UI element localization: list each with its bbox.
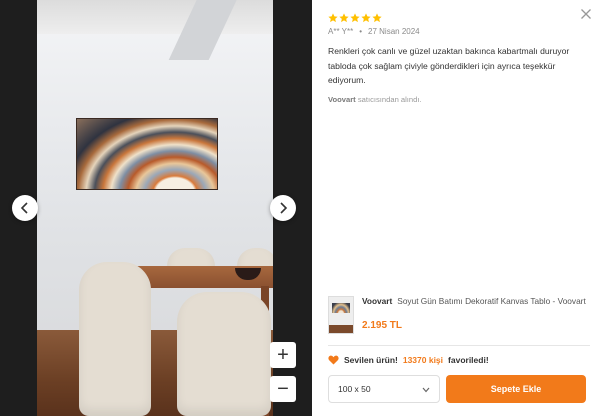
product-card[interactable]: Voovart Soyut Gün Batımı Dekoratif Kanvas… xyxy=(328,296,590,336)
product-brand: Voovart xyxy=(362,296,393,306)
seller-note: Voovart satıcısından alındı. xyxy=(328,95,422,104)
product-price: 2.195 TL xyxy=(362,320,403,331)
product-name: Soyut Gün Batımı Dekoratif Kanvas Tablo … xyxy=(397,296,586,306)
star-icon xyxy=(350,13,360,23)
product-title[interactable]: Voovart Soyut Gün Batımı Dekoratif Kanvas… xyxy=(362,296,590,306)
size-select-value: 100 x 50 xyxy=(338,384,371,394)
review-text: Renkleri çok canlı ve güzel uzaktan bakı… xyxy=(328,46,570,85)
favorites-prefix: Sevilen ürün! xyxy=(344,355,398,365)
favorites-banner: Sevilen ürün! 13370 kişi favoriledi! xyxy=(328,355,489,365)
star-icon xyxy=(361,13,371,23)
review-panel: A** Y** • 27 Nisan 2024 Renkleri çok can… xyxy=(312,0,600,416)
review-meta: A** Y** • 27 Nisan 2024 xyxy=(328,27,420,36)
divider xyxy=(328,345,590,346)
star-icon xyxy=(339,13,349,23)
review-author: A** Y** xyxy=(328,27,354,36)
chevron-down-icon xyxy=(422,387,430,393)
star-rating xyxy=(328,13,382,23)
review-date: 27 Nisan 2024 xyxy=(368,27,420,36)
seller-name[interactable]: Voovart xyxy=(328,95,356,104)
size-select[interactable]: 100 x 50 xyxy=(328,375,440,403)
star-icon xyxy=(372,13,382,23)
zoom-in-button[interactable]: + xyxy=(270,342,296,368)
add-to-cart-button[interactable]: Sepete Ekle xyxy=(446,375,586,403)
chevron-left-icon xyxy=(20,202,28,214)
chevron-right-icon xyxy=(280,202,288,214)
close-icon[interactable] xyxy=(580,8,592,20)
next-image-button[interactable] xyxy=(270,195,296,221)
favorites-suffix: favoriledi! xyxy=(448,355,489,365)
zoom-out-button[interactable]: − xyxy=(270,376,296,402)
canvas-painting xyxy=(76,118,218,190)
favorites-count: 13370 kişi xyxy=(402,355,444,365)
review-photo xyxy=(37,0,273,416)
prev-image-button[interactable] xyxy=(12,195,38,221)
image-gallery: + − xyxy=(0,0,312,416)
star-icon xyxy=(328,13,338,23)
heart-icon xyxy=(328,355,339,365)
seller-suffix: satıcısından alındı. xyxy=(357,95,422,104)
product-thumbnail[interactable] xyxy=(328,296,354,334)
meta-separator: • xyxy=(359,27,363,36)
